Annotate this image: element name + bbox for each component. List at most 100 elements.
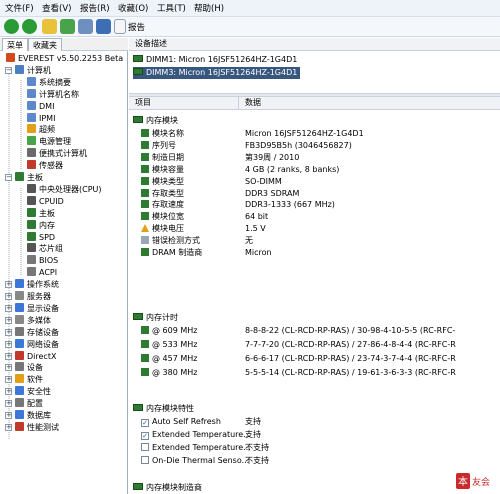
tree-expander[interactable]: + — [5, 304, 12, 312]
tree-item[interactable]: 主板 — [15, 172, 43, 183]
device-dimm3[interactable]: DIMM3: Micron 16JSF51264HZ-1G4D1 — [133, 67, 301, 79]
tree-item-label: ACPI — [39, 268, 58, 278]
property-name[interactable]: 模块名称 — [141, 128, 184, 139]
cpu-icon — [27, 183, 36, 193]
tree-expander[interactable]: + — [5, 388, 12, 396]
tree-item[interactable]: 操作系统 — [15, 279, 59, 290]
toolbar: 报告 — [0, 17, 500, 37]
power-icon — [27, 136, 36, 146]
tree-item[interactable]: 配置 — [15, 398, 43, 409]
column-item-header[interactable]: 项目 — [129, 97, 239, 110]
tree-item[interactable]: 服务器 — [15, 291, 51, 302]
tree-item[interactable]: 系统摘要 — [27, 76, 71, 88]
tree-item[interactable]: 中央处理器(CPU) — [27, 183, 102, 195]
tree-expander[interactable]: + — [5, 316, 12, 324]
tree-expander[interactable]: + — [5, 364, 12, 372]
property-name[interactable]: 模块容量 — [141, 164, 184, 175]
menu-report[interactable]: 报告(R) — [80, 2, 110, 14]
tree-expander[interactable]: + — [5, 340, 12, 348]
user-icon[interactable] — [78, 19, 93, 34]
property-name[interactable]: @ 609 MHz — [141, 325, 197, 336]
tree-item[interactable]: DMI — [27, 100, 54, 112]
tree-item[interactable]: 超频 — [27, 124, 55, 135]
property-name[interactable]: 存取速度 — [141, 199, 184, 210]
tree-item-label: 多媒体 — [27, 315, 51, 325]
menu-favorites[interactable]: 收藏(O) — [118, 2, 148, 14]
tree-item[interactable]: 内存 — [27, 219, 55, 231]
property-name[interactable]: 模块类型 — [141, 176, 184, 187]
back-icon[interactable] — [4, 19, 19, 34]
tree-item-label: 配置 — [27, 399, 43, 409]
property-name[interactable]: 序列号 — [141, 140, 176, 151]
tree-expander[interactable]: − — [5, 174, 12, 181]
property-name[interactable]: 制造日期 — [141, 152, 184, 163]
property-name[interactable]: ✓ Auto Self Refresh — [141, 416, 221, 427]
tree-item[interactable]: EVEREST v5.50.2253 Beta — [6, 53, 123, 64]
tree-item[interactable]: SPD — [27, 231, 55, 243]
property-name[interactable]: 模块电压 — [141, 223, 184, 234]
computer-icon — [15, 64, 24, 74]
property-value: DDR3-1333 (667 MHz) — [245, 200, 335, 210]
tree-item[interactable]: 计算机 — [15, 64, 51, 76]
tree-expander[interactable]: + — [5, 293, 12, 300]
tree-item[interactable]: CPUID — [27, 195, 64, 207]
tree-expander[interactable]: + — [5, 423, 12, 431]
menu-tools[interactable]: 工具(T) — [157, 2, 186, 14]
tree-expander[interactable]: + — [5, 328, 12, 336]
property-name[interactable]: @ 380 MHz — [141, 367, 197, 378]
property-name-label: DRAM 制造商 — [152, 248, 203, 257]
property-name[interactable]: On-Die Thermal Senso... — [141, 455, 249, 466]
tree-expander[interactable]: + — [5, 281, 12, 289]
menu-file[interactable]: 文件(F) — [5, 2, 34, 14]
menu-help[interactable]: 帮助(H) — [194, 2, 224, 14]
property-name[interactable]: ✓ Extended Temperature... — [141, 429, 251, 440]
device-label: DIMM3: Micron 16JSF51264HZ-1G4D1 — [146, 68, 298, 77]
property-name[interactable]: 存取类型 — [141, 188, 184, 199]
device-description-header[interactable]: 设备描述 — [129, 38, 500, 51]
property-name[interactable]: @ 533 MHz — [141, 339, 197, 350]
device-dimm1[interactable]: DIMM1: Micron 16JSF51264HZ-1G4D1 — [133, 54, 300, 66]
property-name[interactable]: 模块位宽 — [141, 211, 184, 222]
tree-item[interactable]: 传感器 — [27, 160, 63, 171]
tree-item-label: EVEREST v5.50.2253 Beta — [18, 54, 124, 63]
tree-expander[interactable]: + — [5, 376, 12, 384]
property-name[interactable]: Extended Temperature... — [141, 442, 251, 453]
tree-item[interactable]: BIOS — [27, 255, 58, 266]
tree-item-label: 超频 — [39, 125, 55, 135]
refresh-icon[interactable] — [60, 19, 75, 34]
tree-item[interactable]: 网络设备 — [15, 338, 59, 350]
tab-menu[interactable]: 菜单 — [2, 38, 28, 51]
tree-item[interactable]: 主板 — [27, 207, 55, 219]
tree-item[interactable]: 数据库 — [15, 410, 51, 421]
tree-item[interactable]: ACPI — [27, 267, 57, 278]
tree-item[interactable]: 电源管理 — [27, 136, 71, 147]
tree-item[interactable]: IPMI — [27, 112, 55, 124]
property-name[interactable]: 错误检测方式 — [141, 235, 200, 246]
tree-expander[interactable]: + — [5, 352, 12, 360]
tree-item[interactable]: DirectX — [15, 350, 56, 362]
up-folder-icon[interactable] — [42, 19, 57, 34]
report-button[interactable]: 报告 — [128, 21, 145, 33]
tree-item[interactable]: 存储设备 — [15, 326, 59, 338]
forward-icon[interactable] — [22, 19, 37, 34]
property-name[interactable]: DRAM 制造商 — [141, 247, 202, 258]
tree-expander[interactable]: + — [5, 412, 12, 419]
tree-item[interactable]: 多媒体 — [15, 314, 51, 326]
tree-item[interactable]: 计算机名称 — [27, 88, 79, 100]
column-data-header[interactable]: 数据 — [239, 97, 500, 110]
tree-item[interactable]: 便携式计算机 — [27, 148, 87, 159]
tree-item[interactable]: 芯片组 — [27, 243, 63, 254]
tree-item[interactable]: 安全性 — [15, 386, 51, 397]
tab-favorites[interactable]: 收藏夹 — [28, 38, 62, 51]
tree-expander[interactable]: + — [5, 400, 12, 408]
tree-item[interactable]: 软件 — [15, 374, 43, 385]
tree-item[interactable]: 显示设备 — [15, 302, 59, 314]
menu-view[interactable]: 查看(V) — [42, 2, 71, 14]
property-name[interactable]: @ 457 MHz — [141, 353, 197, 364]
tree-item[interactable]: 性能测试 — [15, 421, 59, 433]
tree-expander[interactable]: − — [5, 66, 12, 74]
report-icon[interactable] — [114, 19, 126, 34]
property-value: 支持 — [245, 430, 261, 439]
favorites-icon[interactable] — [96, 19, 111, 34]
tree-item[interactable]: 设备 — [15, 362, 43, 373]
